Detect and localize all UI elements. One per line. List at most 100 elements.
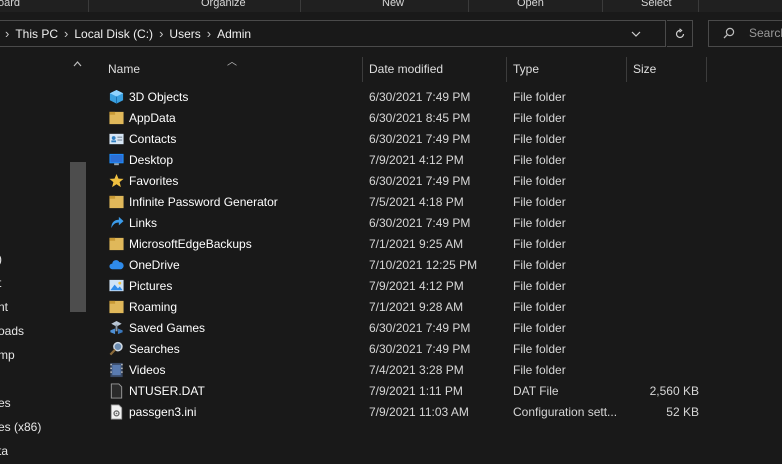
file-name[interactable]: OneDrive — [129, 258, 180, 272]
file-name[interactable]: Infinite Password Generator — [129, 195, 278, 209]
file-type: File folder — [513, 153, 566, 167]
navigation-scrollbar-thumb[interactable] — [70, 162, 86, 312]
file-row[interactable]: 3D Objects 6/30/2021 7:49 PM File folder — [90, 87, 782, 108]
folder-icon — [109, 195, 124, 209]
file-date-modified: 7/1/2021 9:28 AM — [369, 300, 464, 314]
file-row[interactable]: Roaming 7/1/2021 9:28 AM File folder — [90, 297, 782, 318]
breadcrumb-admin[interactable]: Admin — [217, 27, 251, 41]
nav-item-programdata[interactable]: ta — [0, 444, 8, 458]
cloud-icon — [109, 260, 124, 270]
nav-item-downloads[interactable]: oads — [0, 324, 24, 338]
folder-icon — [109, 300, 124, 314]
ribbon-divider — [698, 0, 699, 12]
file-type: File folder — [513, 279, 566, 293]
breadcrumb-local-disk[interactable]: Local Disk (C:) — [74, 27, 153, 41]
search-box[interactable]: Search — [708, 20, 782, 47]
refresh-button[interactable] — [667, 20, 693, 47]
address-bar[interactable]: › This PC › Local Disk (C:) › Users › Ad… — [0, 20, 666, 47]
file-name[interactable]: Favorites — [129, 174, 178, 188]
file-name[interactable]: Desktop — [129, 153, 173, 167]
breadcrumb-separator-icon[interactable]: › — [64, 26, 68, 41]
breadcrumb-separator-icon[interactable]: › — [159, 26, 163, 41]
column-divider[interactable] — [626, 57, 627, 82]
file-date-modified: 6/30/2021 7:49 PM — [369, 321, 471, 335]
file-date-modified: 7/4/2021 3:28 PM — [369, 363, 464, 377]
file-name[interactable]: Pictures — [129, 279, 172, 293]
ribbon-group-clipboard: oard — [0, 0, 21, 9]
file-name[interactable]: NTUSER.DAT — [129, 384, 205, 398]
file-row[interactable]: Links 6/30/2021 7:49 PM File folder — [90, 213, 782, 234]
file-row[interactable]: Contacts 6/30/2021 7:49 PM File folder — [90, 129, 782, 150]
file-row[interactable]: MicrosoftEdgeBackups 7/1/2021 9:25 AM File… — [90, 234, 782, 255]
nav-item-document[interactable]: nt — [0, 300, 8, 314]
file-name[interactable]: Saved Games — [129, 321, 205, 335]
file-name[interactable]: Links — [129, 216, 157, 230]
address-row: › This PC › Local Disk (C:) › Users › Ad… — [0, 12, 782, 57]
star-icon — [109, 173, 124, 188]
file-name[interactable]: passgen3.ini — [129, 405, 196, 419]
file-name[interactable]: Roaming — [129, 300, 177, 314]
file-date-modified: 7/1/2021 9:25 AM — [369, 237, 464, 251]
file-date-modified: 6/30/2021 8:45 PM — [369, 111, 471, 125]
column-divider[interactable] — [506, 57, 507, 82]
nav-item-temp[interactable]: mp — [0, 348, 15, 362]
file-type: File folder — [513, 300, 566, 314]
nav-item-program-files[interactable]: es — [0, 396, 11, 410]
column-divider[interactable] — [362, 57, 363, 82]
file-size: 2,560 KB — [649, 384, 699, 398]
nav-item-desktop[interactable]: t — [0, 276, 1, 290]
file-row[interactable]: Desktop 7/9/2021 4:12 PM File folder — [90, 150, 782, 171]
file-row[interactable]: AppData 6/30/2021 8:45 PM File folder — [90, 108, 782, 129]
desktop-icon — [109, 153, 124, 166]
chevron-down-icon — [631, 31, 641, 37]
file-name[interactable]: 3D Objects — [129, 90, 188, 104]
scroll-up-arrow-icon[interactable] — [73, 61, 82, 67]
file-row[interactable]: passgen3.ini 7/9/2021 11:03 AM Configurati… — [90, 402, 782, 423]
file-date-modified: 7/9/2021 4:12 PM — [369, 279, 464, 293]
file-row[interactable]: Favorites 6/30/2021 7:49 PM File folder — [90, 171, 782, 192]
column-divider[interactable] — [706, 57, 707, 82]
column-header-date-modified[interactable]: Date modified — [369, 62, 443, 76]
file-row[interactable]: Infinite Password Generator 7/5/2021 4:18… — [90, 192, 782, 213]
column-header-size[interactable]: Size — [633, 62, 656, 76]
file-date-modified: 7/5/2021 4:18 PM — [369, 195, 464, 209]
3d-objects-icon — [109, 89, 124, 104]
ribbon-divider — [468, 0, 469, 12]
folder-icon — [109, 237, 124, 251]
file-type: DAT File — [513, 384, 559, 398]
file-date-modified: 7/9/2021 4:12 PM — [369, 153, 464, 167]
file-type: File folder — [513, 321, 566, 335]
file-row[interactable]: Pictures 7/9/2021 4:12 PM File folder — [90, 276, 782, 297]
column-header-type[interactable]: Type — [513, 62, 539, 76]
file-name[interactable]: MicrosoftEdgeBackups — [129, 237, 252, 251]
link-arrow-icon — [111, 216, 124, 229]
file-row[interactable]: Searches 6/30/2021 7:49 PM File folder — [90, 339, 782, 360]
breadcrumb-this-pc[interactable]: This PC — [15, 27, 58, 41]
file-list-pane[interactable]: ︿ Name Date modified Type Size 3D Object… — [90, 57, 782, 464]
file-date-modified: 6/30/2021 7:49 PM — [369, 90, 471, 104]
file-date-modified: 6/30/2021 7:49 PM — [369, 174, 471, 188]
file-date-modified: 7/9/2021 1:11 PM — [369, 384, 463, 398]
nav-item-drive[interactable]: ) — [0, 252, 2, 266]
navigation-pane[interactable]: ) t nt oads mp es es (x86) ta — [0, 57, 90, 464]
ribbon-group-open: Open — [517, 0, 544, 9]
file-name[interactable]: AppData — [129, 111, 176, 125]
file-row[interactable]: Videos 7/4/2021 3:28 PM File folder — [90, 360, 782, 381]
file-row[interactable]: NTUSER.DAT 7/9/2021 1:11 PM DAT File 2,560 … — [90, 381, 782, 402]
file-row[interactable]: OneDrive 7/10/2021 12:25 PM File folder — [90, 255, 782, 276]
breadcrumb-separator-icon[interactable]: › — [207, 26, 211, 41]
pictures-icon — [109, 279, 124, 292]
file-date-modified: 7/10/2021 12:25 PM — [369, 258, 478, 272]
breadcrumb-users[interactable]: Users — [169, 27, 200, 41]
file-date-modified: 6/30/2021 7:49 PM — [369, 216, 471, 230]
column-header-name[interactable]: Name — [108, 62, 140, 76]
file-name[interactable]: Searches — [129, 342, 180, 356]
file-name[interactable]: Contacts — [129, 132, 176, 146]
address-history-dropdown[interactable] — [627, 21, 645, 46]
file-name[interactable]: Videos — [129, 363, 165, 377]
file-type: File folder — [513, 237, 566, 251]
nav-item-program-files-x86[interactable]: es (x86) — [0, 420, 41, 434]
magnifier-icon — [109, 341, 123, 356]
saved-games-icon — [110, 320, 123, 335]
file-row[interactable]: Saved Games 6/30/2021 7:49 PM File folder — [90, 318, 782, 339]
